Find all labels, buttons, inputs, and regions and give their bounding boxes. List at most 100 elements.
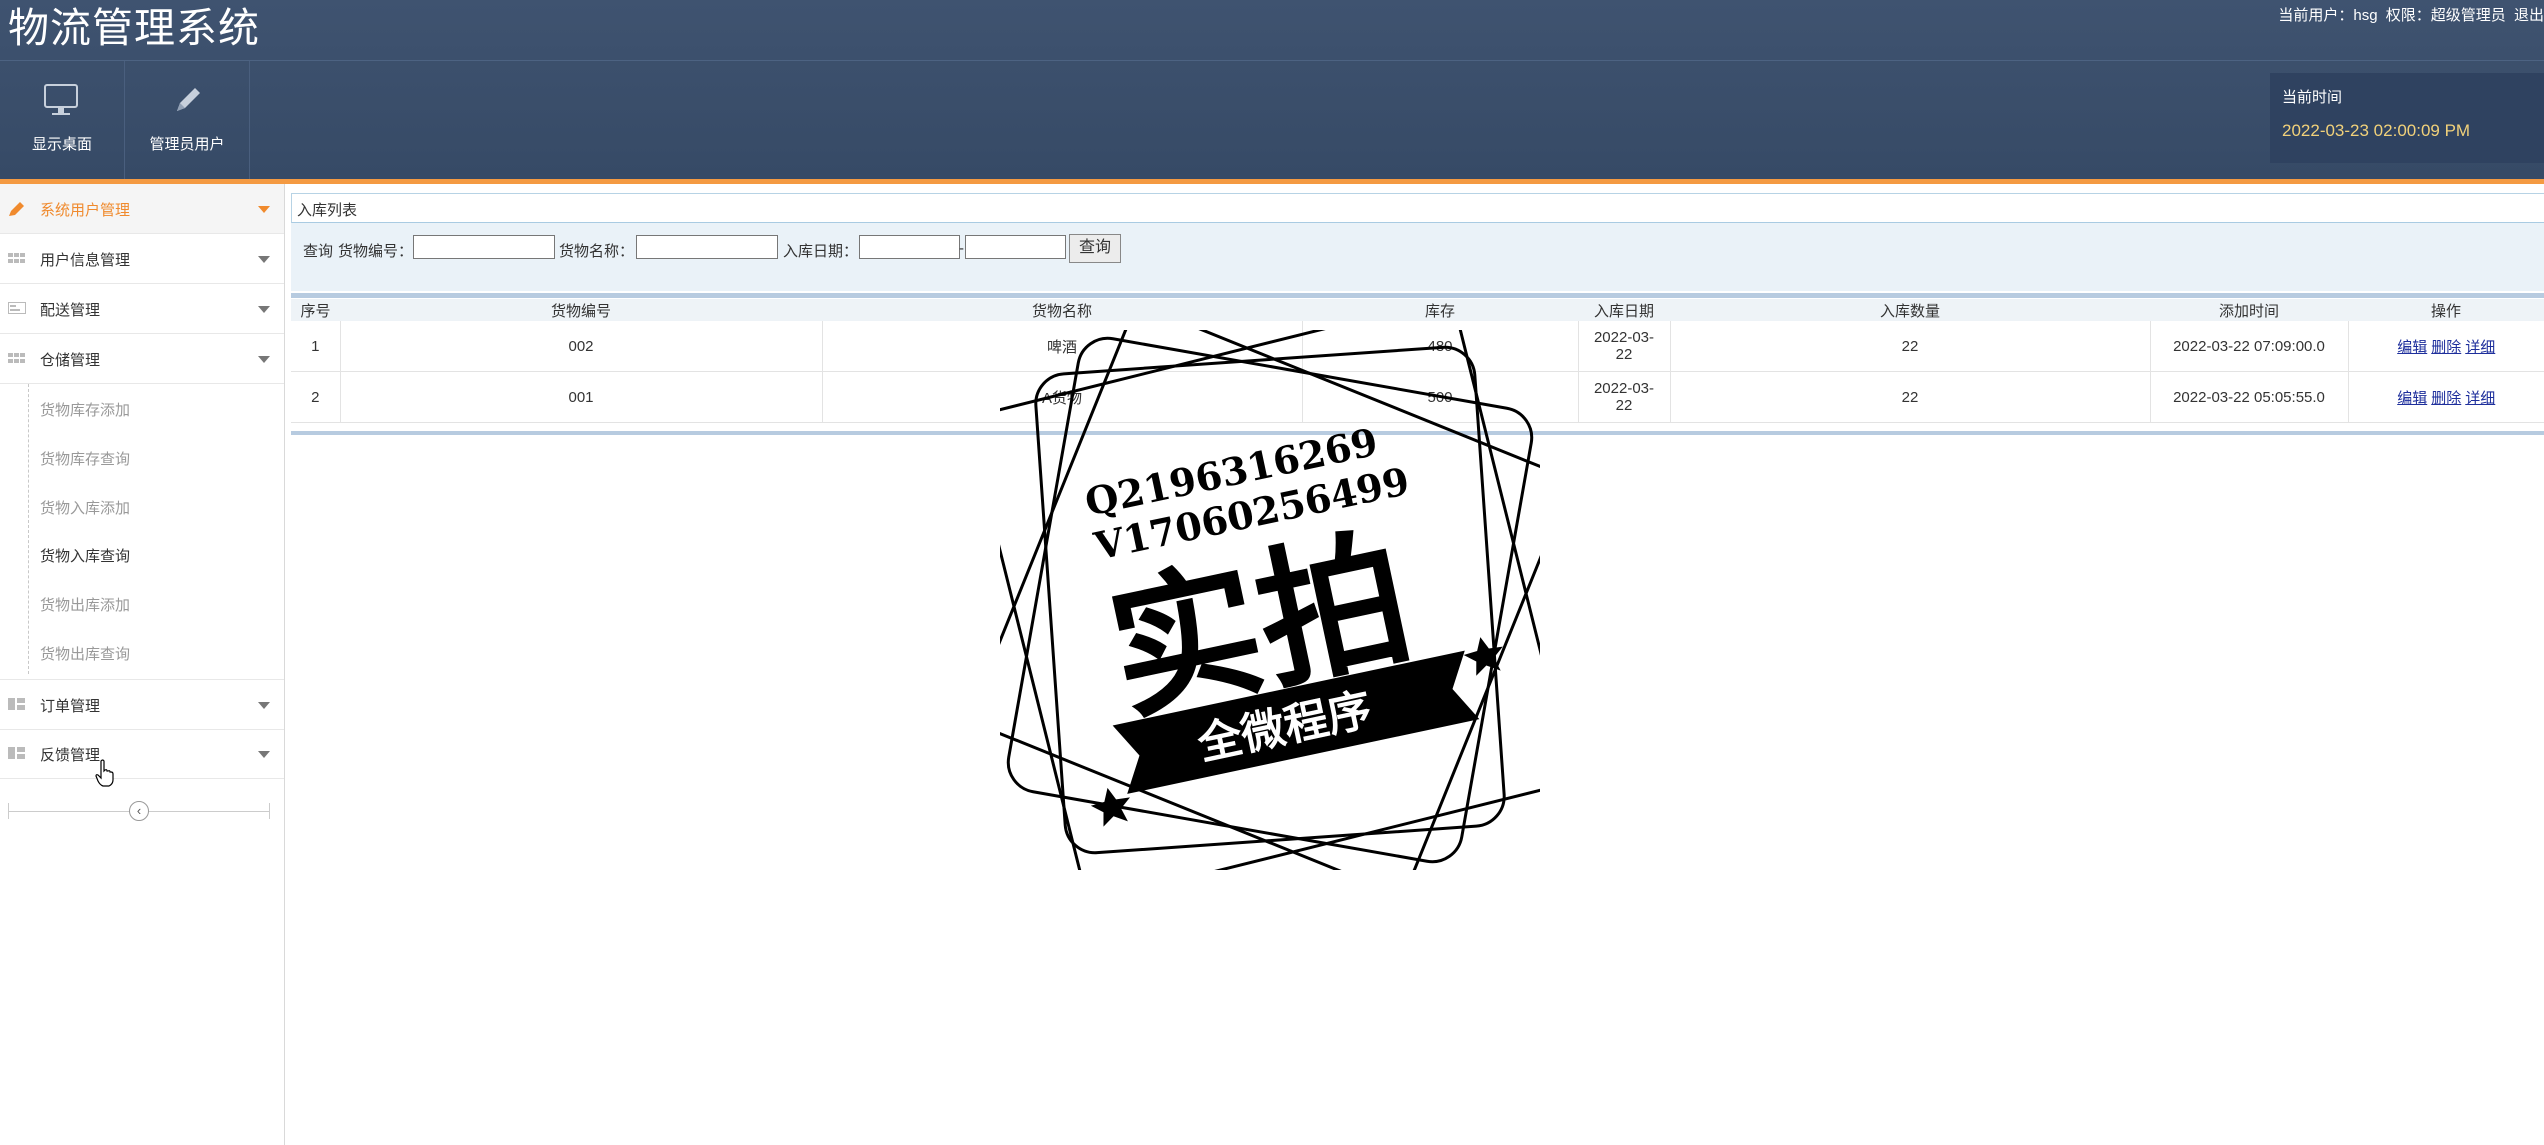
sidebar-item-label: 配送管理 xyxy=(40,302,101,319)
col-header-date: 入库日期 xyxy=(1578,299,1670,321)
goods-code-label: 货物编号： xyxy=(338,243,414,260)
search-bar: 查询 货物编号： 货物名称： 入库日期： - 查询 xyxy=(291,223,2544,291)
cell-date-line2: 22 xyxy=(1615,346,1633,363)
nav-show-desktop-button[interactable]: 显示桌面 xyxy=(0,61,125,179)
collapse-divider-edge xyxy=(8,803,9,819)
chevron-down-icon xyxy=(258,751,270,758)
submenu-guide-line xyxy=(28,384,30,674)
card-icon xyxy=(8,301,26,315)
chevron-down-icon xyxy=(258,306,270,313)
cell-actions: 编辑 删除 详细 xyxy=(2348,321,2544,372)
nav-show-desktop-label: 显示桌面 xyxy=(31,136,92,153)
pencil-icon xyxy=(125,81,249,121)
pencil-icon xyxy=(8,201,26,216)
grid-icon xyxy=(8,251,26,265)
sidebar-collapse-control[interactable]: ‹ xyxy=(8,801,270,821)
cell-date-line2: 22 xyxy=(1615,397,1633,414)
cell-date: 2022-03- 22 xyxy=(1578,321,1671,372)
submenu-item-outbound-add[interactable]: 货物出库添加 xyxy=(40,594,130,615)
chevron-down-icon xyxy=(258,256,270,263)
goods-name-label: 货物名称： xyxy=(559,243,635,260)
sidebar: 系统用户管理 用户信息管理 配送管理 仓储管理 货物库存添加 货物库存查询 货物… xyxy=(0,184,285,1145)
col-header-stock: 库存 xyxy=(1302,299,1578,321)
sidebar-item-label: 反馈管理 xyxy=(40,747,101,764)
star-icon xyxy=(1090,787,1130,827)
current-time-label: 当前时间 xyxy=(2282,89,2343,106)
chevron-down-icon xyxy=(258,356,270,363)
sidebar-item-warehouse[interactable]: 仓储管理 xyxy=(0,334,284,384)
col-header-added: 添加时间 xyxy=(2150,299,2348,321)
sidebar-item-feedback[interactable]: 反馈管理 xyxy=(0,729,284,779)
panel-title: 入库列表 xyxy=(297,202,358,219)
submenu-item-inbound-add[interactable]: 货物入库添加 xyxy=(40,497,130,518)
chevron-down-icon xyxy=(258,206,270,213)
top-header: 物流管理系统 当前用户：hsg 权限：超级管理员 退出 显示桌面 管理员用户 当… xyxy=(0,0,2544,179)
sidebar-item-user-info[interactable]: 用户信息管理 xyxy=(0,234,284,284)
panel-header: 入库列表 xyxy=(291,193,2544,223)
nav-admin-user-label: 管理员用户 xyxy=(149,136,225,153)
hand-cursor-icon xyxy=(95,759,114,787)
role-label: 权限： xyxy=(2385,7,2431,24)
user-info: 当前用户：hsg 权限：超级管理员 退出 xyxy=(2274,4,2544,25)
cell-date-line1: 2022-03- xyxy=(1593,380,1655,397)
date-separator: - xyxy=(959,240,964,257)
current-time-value: 2022-03-23 02:00:09 PM xyxy=(2282,121,2471,140)
watermark-stamp: Q2196316269 V17060256499 实拍 全微程序 xyxy=(1000,330,1540,870)
current-time-box: 当前时间 2022-03-23 02:00:09 PM xyxy=(2270,73,2544,163)
header-divider xyxy=(0,60,2544,61)
cell-date-line1: 2022-03- xyxy=(1593,329,1655,346)
logout-link[interactable]: 退出 xyxy=(2514,7,2544,24)
cell-date: 2022-03- 22 xyxy=(1578,371,1671,423)
detail-link[interactable]: 详细 xyxy=(2465,390,2495,407)
col-header-no: 序号 xyxy=(291,299,340,321)
cell-actions: 编辑 删除 详细 xyxy=(2348,371,2544,423)
sidebar-item-orders[interactable]: 订单管理 xyxy=(0,679,284,730)
delete-link[interactable]: 删除 xyxy=(2431,339,2461,356)
role-value: 超级管理员 xyxy=(2430,7,2506,24)
layout-icon xyxy=(8,697,26,711)
detail-link[interactable]: 详细 xyxy=(2465,339,2495,356)
edit-link[interactable]: 编辑 xyxy=(2397,390,2427,407)
date-end-input[interactable] xyxy=(965,235,1066,259)
sidebar-item-label: 用户信息管理 xyxy=(40,252,131,269)
submenu-item-outbound-query[interactable]: 货物出库查询 xyxy=(40,643,130,664)
table-header-row: 序号 货物编号 货物名称 库存 入库日期 入库数量 添加时间 操作 xyxy=(291,299,2544,321)
current-user-name: hsg xyxy=(2353,7,2378,24)
inbound-date-label: 入库日期： xyxy=(783,243,859,260)
current-user-label: 当前用户： xyxy=(2278,7,2354,24)
col-header-actions: 操作 xyxy=(2348,299,2544,321)
submenu-item-inbound-query[interactable]: 货物入库查询 xyxy=(40,545,130,566)
sidebar-item-delivery[interactable]: 配送管理 xyxy=(0,284,284,334)
table-top-border xyxy=(291,293,2544,298)
chevron-left-icon[interactable]: ‹ xyxy=(129,801,149,821)
chevron-down-icon xyxy=(258,702,270,709)
layout-icon xyxy=(8,746,26,760)
grid-icon xyxy=(8,351,26,365)
search-query-label: 查询 xyxy=(303,243,334,260)
goods-code-input[interactable] xyxy=(413,235,555,259)
cell-code: 001 xyxy=(340,371,823,423)
sidebar-item-label: 订单管理 xyxy=(40,698,101,715)
sidebar-item-label: 仓储管理 xyxy=(40,352,101,369)
date-start-input[interactable] xyxy=(859,235,960,259)
collapse-divider-edge xyxy=(269,803,270,819)
sidebar-item-label: 系统用户管理 xyxy=(40,202,131,219)
cell-qty: 22 xyxy=(1670,371,2151,423)
cell-added: 2022-03-22 07:09:00.0 xyxy=(2150,321,2349,372)
goods-name-input[interactable] xyxy=(636,235,778,259)
sidebar-item-system-users[interactable]: 系统用户管理 xyxy=(0,184,284,234)
col-header-name: 货物名称 xyxy=(822,299,1302,321)
col-header-qty: 入库数量 xyxy=(1670,299,2150,321)
submenu-item-stock-add[interactable]: 货物库存添加 xyxy=(40,399,130,420)
cell-added: 2022-03-22 05:05:55.0 xyxy=(2150,371,2349,423)
monitor-icon xyxy=(0,81,124,121)
nav-admin-user-button[interactable]: 管理员用户 xyxy=(125,61,250,179)
submenu-item-stock-query[interactable]: 货物库存查询 xyxy=(40,448,130,469)
search-button[interactable]: 查询 xyxy=(1069,234,1121,263)
delete-link[interactable]: 删除 xyxy=(2431,390,2461,407)
app-title: 物流管理系统 xyxy=(8,5,260,51)
cell-no: 1 xyxy=(291,321,341,372)
col-header-code: 货物编号 xyxy=(340,299,822,321)
edit-link[interactable]: 编辑 xyxy=(2397,339,2427,356)
cell-code: 002 xyxy=(340,321,823,372)
